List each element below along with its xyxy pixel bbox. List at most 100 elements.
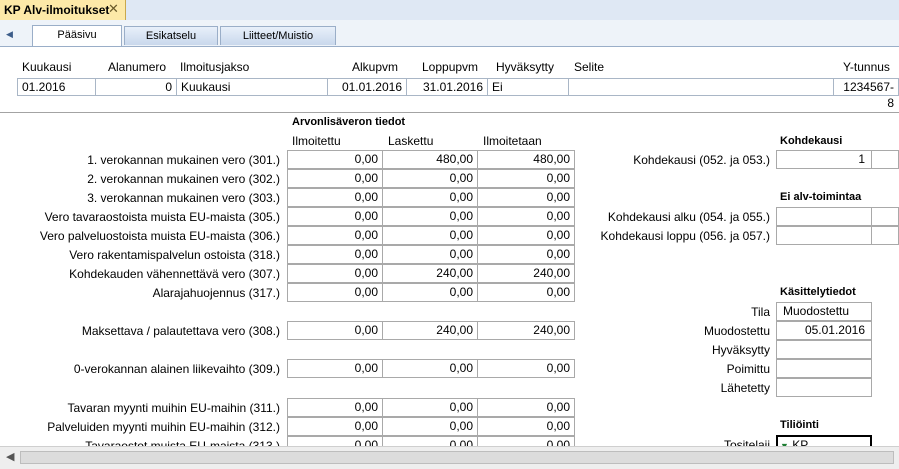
eu-ilmoitettu-cell[interactable]: 0,00 [287,417,383,436]
vat-ilmoitetaan-cell[interactable]: 480,00 [477,150,575,169]
vat-row-label: Tavaran myynti muihin EU-maihin (311.) [67,401,280,415]
tila-label: Tila [751,305,770,319]
vat-ilmoitettu-cell[interactable]: 0,00 [287,245,383,264]
kohdekausi-loppu-field[interactable] [776,226,872,245]
eu-laskettu-cell[interactable]: 0,00 [382,417,478,436]
header-label-alkupvm: Alkupvm [352,60,399,74]
header-selite-field[interactable] [568,78,834,96]
column-laskettu: Laskettu [388,134,434,148]
vat-row-label: 2. verokannan mukainen vero (302.) [87,172,280,186]
vat-laskettu-cell[interactable]: 480,00 [382,150,478,169]
poimittu-label: Poimittu [726,362,770,376]
header-label-loppupvm: Loppupvm [422,60,479,74]
vat-row-label: Vero palveluostoista muista EU-maista (3… [39,229,280,243]
kohdekausi-alku-field[interactable] [776,207,872,226]
document-tab[interactable]: KP Alv-ilmoitukset ✕ [0,0,126,20]
close-icon[interactable]: ✕ [108,1,119,17]
header-loppupvm-field[interactable]: 31.01.2016 [406,78,488,96]
vat-laskettu-cell[interactable]: 0,00 [382,207,478,226]
vat-ilmoitettu-cell[interactable]: 0,00 [287,169,383,188]
tab-scroll-left-icon[interactable]: ◀ [6,29,13,40]
hyvaksytty-label: Hyväksytty [711,343,770,357]
kohdekausi-label: Kohdekausi (052. ja 053.) [633,153,770,167]
header-label-alanumero: Alanumero [108,60,167,74]
vat-ilmoitetaan-cell[interactable]: 0,00 [477,245,575,264]
column-ilmoitettu: Ilmoitettu [292,134,341,148]
vat-row-label: Vero rakentamispalvelun ostoista (318.) [69,248,280,262]
tab-paasivu[interactable]: Pääsivu [32,25,122,46]
vat-ilmoitettu-cell[interactable]: 0,00 [287,264,383,283]
vat-ilmoitetaan-cell[interactable]: 0,00 [477,226,575,245]
maksettava-ilmoitetaan-cell[interactable]: 240,00 [477,321,575,340]
vat-laskettu-cell[interactable]: 0,00 [382,226,478,245]
section-divider [0,112,899,113]
vat-row-label: Kohdekauden vähennettävä vero (307.) [69,267,280,281]
vat-laskettu-cell[interactable]: 0,00 [382,245,478,264]
poimittu-field[interactable] [776,359,872,378]
eu-ilmoitetaan-cell[interactable]: 0,00 [477,398,575,417]
document-tab-title: KP Alv-ilmoitukset [4,3,110,17]
section-title-kohdekausi: Kohdekausi [780,135,843,147]
kohdekausi-field-2[interactable] [871,150,899,169]
vat-row-label: Vero tavaraostoista muista EU-maista (30… [44,210,280,224]
section-title-tiliointi: Tiliöinti [780,419,819,431]
vat-laskettu-cell[interactable]: 0,00 [382,283,478,302]
vat-ilmoitetaan-cell[interactable]: 0,00 [477,283,575,302]
header-label-selite: Selite [574,60,605,74]
kohdekausi-field[interactable]: 1 [776,150,872,169]
header-ilmoitusjakso-field[interactable]: Kuukausi [176,78,328,96]
vat-ilmoitettu-cell[interactable]: 0,00 [287,226,383,245]
vat-laskettu-cell[interactable]: 0,00 [382,188,478,207]
vat-ilmoitettu-cell[interactable]: 0,00 [287,283,383,302]
tab-liitteet-muistio[interactable]: Liitteet/Muistio [220,26,336,45]
horizontal-scrollbar[interactable]: ◀ [0,446,899,469]
document-tab-bar [0,0,899,21]
header-kuukausi-field[interactable]: 01.2016 [17,78,96,96]
header-ytunnus-field[interactable]: 1234567-8 [833,78,899,110]
vat-row-label: Alarajahuojennus (317.) [152,286,280,300]
maksettava-laskettu-cell[interactable]: 240,00 [382,321,478,340]
nollavero-ilmoitettu-cell[interactable]: 0,00 [287,359,383,378]
header-hyvaksytty-field[interactable]: Ei [487,78,569,96]
section-title-ei-alv: Ei alv-toimintaa [780,191,862,203]
vat-laskettu-cell[interactable]: 0,00 [382,169,478,188]
vat-ilmoitetaan-cell[interactable]: 240,00 [477,264,575,283]
kohdekausi-loppu-label: Kohdekausi loppu (056. ja 057.) [600,229,770,243]
scroll-left-icon[interactable]: ◀ [6,450,14,463]
lahetetty-field[interactable] [776,378,872,397]
eu-ilmoitetaan-cell[interactable]: 0,00 [477,417,575,436]
header-label-ilmoitusjakso: Ilmoitusjakso [180,60,250,74]
header-label-kuukausi: Kuukausi [22,60,72,74]
maksettava-ilmoitettu-cell[interactable]: 0,00 [287,321,383,340]
eu-ilmoitettu-cell[interactable]: 0,00 [287,398,383,417]
kohdekausi-loppu-field-2[interactable] [871,226,899,245]
nollavero-laskettu-cell[interactable]: 0,00 [382,359,478,378]
hyvaksytty-field[interactable] [776,340,872,359]
column-ilmoitetaan: Ilmoitetaan [483,134,542,148]
vat-ilmoitettu-cell[interactable]: 0,00 [287,150,383,169]
vat-row-label: 1. verokannan mukainen vero (301.) [87,153,280,167]
header-alkupvm-field[interactable]: 01.01.2016 [327,78,407,96]
vat-ilmoitettu-cell[interactable]: 0,00 [287,188,383,207]
vat-row-label: 3. verokannan mukainen vero (303.) [87,191,280,205]
section-title-kasittelytiedot: Käsittelytiedot [780,286,856,298]
vat-ilmoitetaan-cell[interactable]: 0,00 [477,169,575,188]
muodostettu-label: Muodostettu [703,324,770,338]
header-label-hyvaksytty: Hyväksytty [496,60,555,74]
eu-laskettu-cell[interactable]: 0,00 [382,398,478,417]
vat-ilmoitettu-cell[interactable]: 0,00 [287,207,383,226]
tila-field[interactable]: Muodostettu [776,302,872,321]
header-alanumero-field[interactable]: 0 [95,78,177,96]
vat-laskettu-cell[interactable]: 240,00 [382,264,478,283]
lahetetty-label: Lähetetty [720,381,770,395]
vat-ilmoitetaan-cell[interactable]: 0,00 [477,188,575,207]
kohdekausi-alku-label: Kohdekausi alku (054. ja 055.) [607,210,770,224]
tab-esikatselu[interactable]: Esikatselu [124,26,218,45]
section-title-arvonlisavero: Arvonlisäveron tiedot [292,116,406,128]
vat-row-label: Maksettava / palautettava vero (308.) [81,324,280,338]
nollavero-ilmoitetaan-cell[interactable]: 0,00 [477,359,575,378]
vat-ilmoitetaan-cell[interactable]: 0,00 [477,207,575,226]
scrollbar-thumb[interactable] [20,451,894,464]
kohdekausi-alku-field-2[interactable] [871,207,899,226]
muodostettu-field[interactable]: 05.01.2016 [776,321,872,340]
